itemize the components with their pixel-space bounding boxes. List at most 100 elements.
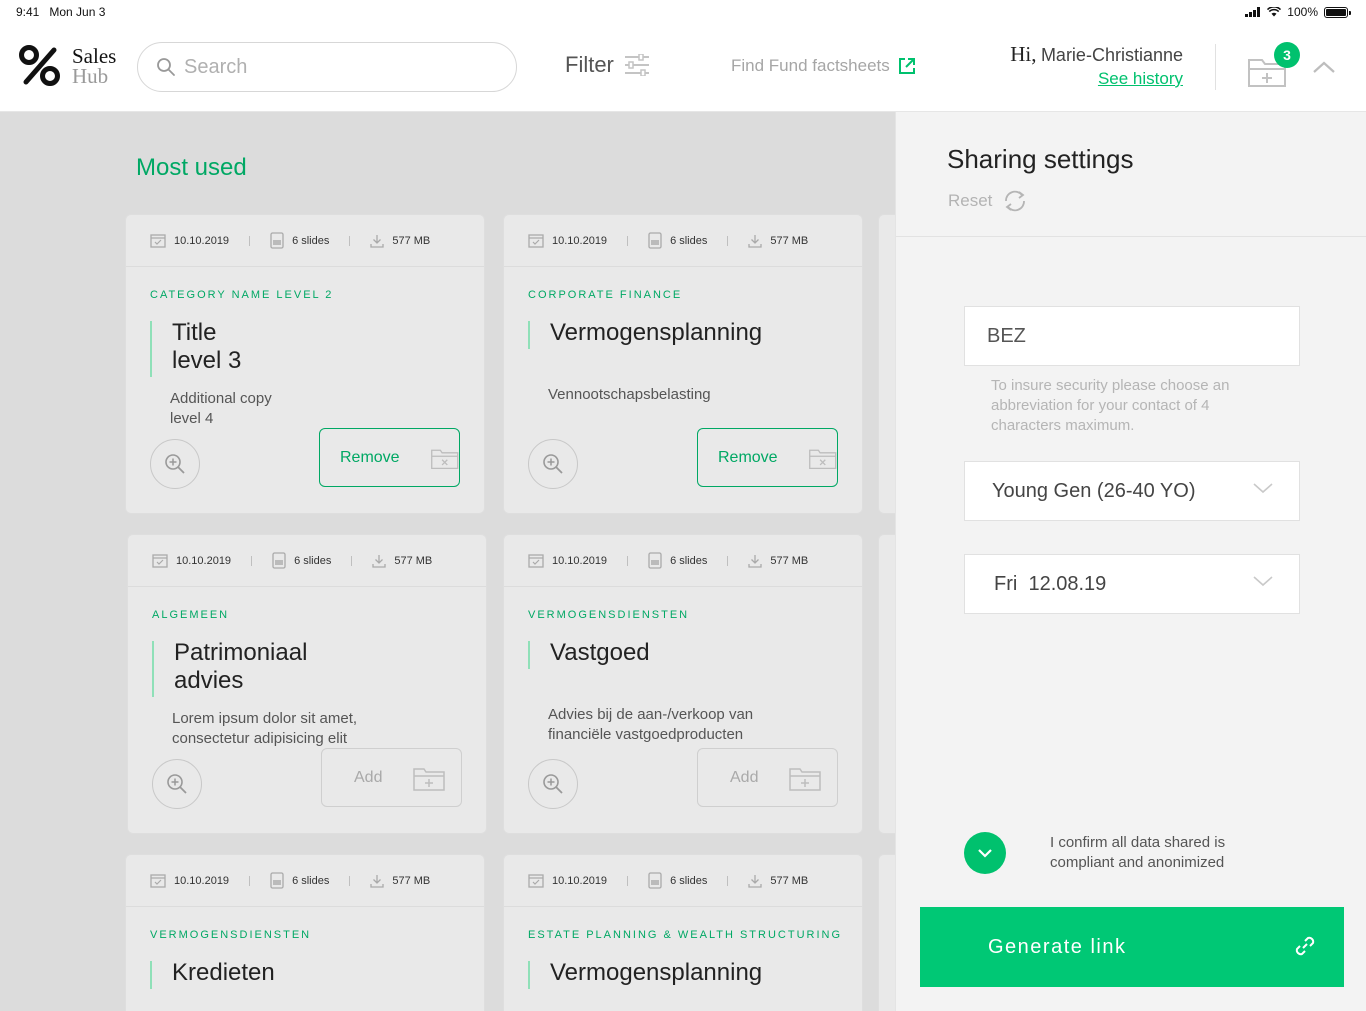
card-date: 10.10.2019	[552, 234, 608, 247]
card-category: CORPORATE FINANCE	[528, 289, 683, 301]
folder-add-icon	[789, 767, 822, 791]
document-icon	[270, 232, 284, 249]
card-meta: 10.10.2019 6 slides 577 MB	[504, 215, 862, 267]
preview-button[interactable]	[528, 759, 578, 809]
card-meta: 10.10.2019 6 slides 577 MB	[504, 855, 862, 907]
refresh-icon	[1005, 190, 1026, 212]
add-button[interactable]: Add	[697, 748, 838, 807]
contact-abbreviation-input[interactable]	[987, 324, 1277, 348]
document-icon	[270, 872, 284, 889]
download-icon	[748, 234, 763, 248]
add-button[interactable]: Add	[321, 748, 462, 807]
content-card[interactable]: 10.10.2019 6 slides 577 MB CATEGORY NAME…	[125, 214, 485, 514]
confirm-text: I confirm all data shared is compliant a…	[1050, 834, 1226, 871]
search-icon	[157, 58, 175, 76]
calendar-icon	[152, 554, 168, 568]
sharing-settings-panel: Sharing settings Reset To insure securit…	[895, 112, 1366, 1011]
card-category: ESTATE PLANNING & WEALTH STRUCTURING	[528, 929, 843, 941]
date-day: Fri	[994, 572, 1018, 595]
zoom-in-icon	[543, 774, 563, 794]
card-title-text: Patrimoniaal advies	[174, 639, 308, 694]
collection-button[interactable]: 3	[1246, 42, 1300, 90]
see-history-link[interactable]: See history	[1010, 69, 1183, 89]
confirm-checkbox[interactable]	[964, 832, 1006, 874]
remove-button[interactable]: Remove	[319, 428, 460, 487]
card-date: 10.10.2019	[552, 874, 608, 887]
filter-button[interactable]: Filter	[565, 52, 650, 78]
download-icon	[370, 874, 385, 888]
card-description: Advies bij de aan-/verkoop van financiël…	[548, 706, 754, 743]
card-category: ALGEMEEN	[152, 609, 230, 621]
user-name: Marie-Christianne	[1040, 45, 1183, 65]
content-card[interactable]: 10.10.2019 6 slides 577 MB ALGEMEEN Patr…	[127, 534, 487, 834]
card-description: Vennootschapsbelasting	[548, 386, 711, 403]
card-title: Kredieten	[150, 959, 484, 989]
content-card[interactable]: 10.10.2019 6 slides 577 MB VERMOGENSDIEN…	[125, 854, 485, 1011]
search-input[interactable]	[184, 55, 484, 79]
download-icon	[748, 554, 763, 568]
download-icon	[372, 554, 387, 568]
card-title: Vermogensplanning	[528, 319, 862, 349]
status-time: 9:41 Mon Jun 3	[16, 5, 105, 19]
card-category: VERMOGENSDIENSTEN	[150, 929, 312, 941]
card-description: Additional copy level 4	[170, 390, 272, 427]
status-bar: 9:41 Mon Jun 3 100%	[0, 0, 1366, 24]
card-slides: 6 slides	[670, 874, 708, 887]
card-meta: 10.10.2019 6 slides 577 MB	[126, 855, 484, 907]
preview-button[interactable]	[150, 439, 200, 489]
remove-label: Remove	[340, 448, 400, 466]
zoom-in-icon	[165, 454, 185, 474]
greeting-hi: Hi,	[1010, 42, 1037, 66]
card-date: 10.10.2019	[176, 554, 232, 567]
preview-button[interactable]	[528, 439, 578, 489]
card-meta: 10.10.2019 6 slides 577 MB	[128, 535, 486, 587]
card-title: Title level 3	[150, 319, 270, 377]
remove-label: Remove	[718, 448, 778, 466]
remove-button[interactable]: Remove	[697, 428, 838, 487]
battery-icon	[1324, 6, 1351, 18]
logo-line-2: Hub	[72, 64, 109, 88]
status-indicators: 100%	[1245, 5, 1351, 19]
document-icon	[648, 552, 662, 569]
reset-label: Reset	[948, 191, 993, 210]
card-slides: 6 slides	[292, 234, 330, 247]
card-slides: 6 slides	[294, 554, 332, 567]
chevron-up-icon	[1313, 61, 1335, 73]
card-category: CATEGORY NAME LEVEL 2	[150, 289, 334, 301]
card-slides: 6 slides	[292, 874, 330, 887]
content-card[interactable]: 10.10.2019 6 slides 577 MB VERMOGENSDIEN…	[503, 534, 863, 834]
document-icon	[648, 232, 662, 249]
card-size: 577 MB	[394, 554, 433, 567]
calendar-icon	[528, 874, 544, 888]
reset-button[interactable]: Reset	[948, 190, 1028, 212]
content-card[interactable]: 10.10.2019 6 slides 577 MB CORPORATE FIN…	[503, 214, 863, 514]
date-select[interactable]: Fri 12.08.19	[964, 554, 1300, 614]
download-icon	[370, 234, 385, 248]
preview-button[interactable]	[152, 759, 202, 809]
section-title: Most used	[136, 154, 247, 181]
contact-abbreviation-field[interactable]	[964, 306, 1300, 366]
logo[interactable]: Sales Hub	[18, 44, 116, 88]
card-size: 577 MB	[770, 874, 809, 887]
date-value: 12.08.19	[1028, 572, 1107, 595]
card-meta: 10.10.2019 6 slides 577 MB	[504, 535, 862, 587]
fund-factsheets-link[interactable]: Find Fund factsheets	[731, 56, 916, 76]
search-bar[interactable]	[137, 42, 517, 92]
calendar-icon	[528, 234, 544, 248]
abbreviation-hint: To insure security please choose an abbr…	[991, 377, 1230, 434]
sliders-icon	[624, 54, 649, 76]
segment-select[interactable]: Young Gen (26-40 YO)	[964, 461, 1300, 521]
status-date: Mon Jun 3	[49, 5, 106, 19]
card-title: Vastgoed	[528, 639, 862, 669]
add-label: Add	[730, 768, 759, 786]
panel-divider	[896, 236, 1366, 237]
card-size: 577 MB	[770, 234, 809, 247]
collapse-button[interactable]	[1312, 60, 1336, 79]
card-title: Vermogensplanning	[528, 959, 862, 989]
card-slides: 6 slides	[670, 234, 708, 247]
document-icon	[272, 552, 286, 569]
generate-link-button[interactable]: Generate link	[920, 907, 1344, 987]
compliance-confirm[interactable]: I confirm all data shared is compliant a…	[964, 832, 1280, 874]
content-card[interactable]: 10.10.2019 6 slides 577 MB ESTATE PLANNI…	[503, 854, 863, 1011]
logo-line-1: Sales	[72, 44, 117, 68]
